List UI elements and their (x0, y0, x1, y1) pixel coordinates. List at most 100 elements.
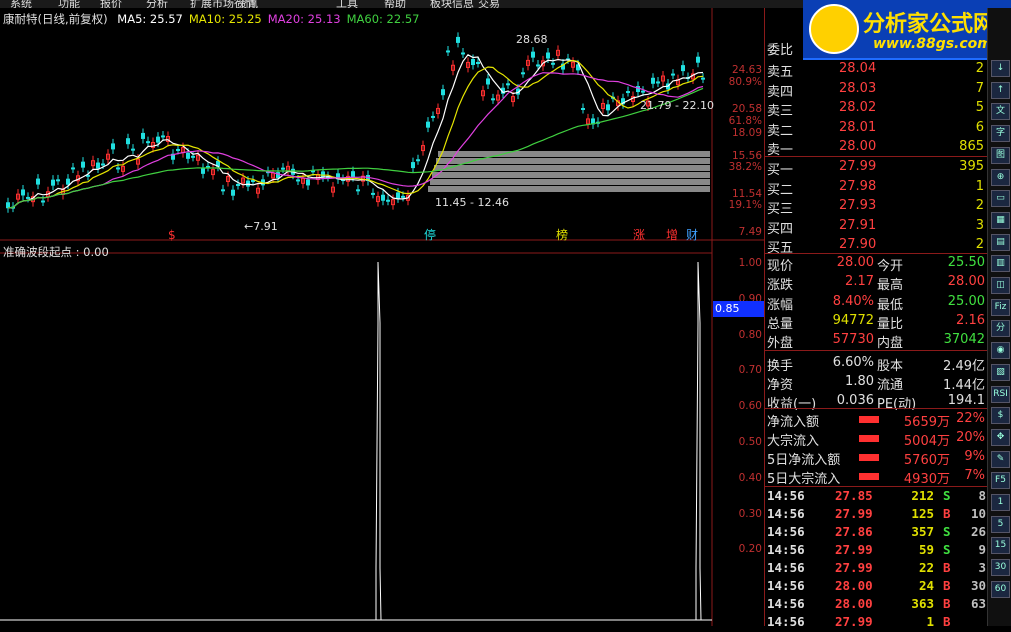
flow-label: 净流入额 (767, 415, 820, 430)
tick-volume: 363 (911, 596, 934, 611)
kline-chart[interactable]: 28.68 ←7.91 21.79 - 22.10 11.45 - 12.46 $ 停 榜 涨… (0, 8, 764, 626)
candle-body (161, 135, 165, 138)
tick-row[interactable]: 14:56 27.99 125 B 10 (765, 505, 988, 524)
chart-area[interactable]: 28.68 ←7.91 21.79 - 22.10 11.45 - 12.46 $ 停 榜 涨… (0, 8, 765, 626)
toolbar-tool-icon[interactable]: ▦ (991, 211, 1010, 229)
candle-body (701, 77, 705, 80)
ma-label: MA20: 25.13 (267, 12, 341, 26)
toolbar-tool-icon[interactable]: ◉ (991, 342, 1010, 360)
quote-label: 净资 (767, 377, 794, 393)
tool-strip: ↓ ↑ 文字图 ⊕ ▭ ▦ ▤ ▥ ◫ Fiz 分 ◉ ▧ RSI $ ✥ ✎ F5 1 5 15 30 60 (987, 8, 1011, 626)
candle-body (401, 195, 405, 198)
menu-item[interactable]: 分析 (146, 0, 168, 8)
candle-body (506, 83, 510, 86)
volume-profile-bar (438, 151, 710, 157)
tick-row[interactable]: 14:56 28.00 24 B 30 (765, 577, 988, 596)
candle-body (26, 196, 30, 199)
candle-body (641, 90, 645, 93)
event-mark[interactable]: 增 (666, 228, 678, 242)
toolbar-tool-icon[interactable]: ↑ (991, 81, 1010, 99)
candle-body (201, 167, 205, 174)
candle-body (356, 189, 360, 192)
ask-row[interactable]: 卖四 28.03 7 (765, 80, 988, 100)
quote-label: 最高 (877, 278, 904, 294)
quote-value: 2.49亿 (943, 358, 985, 374)
toolbar-tool-icon[interactable]: ✥ (991, 428, 1010, 446)
row-price: 28.03 (839, 80, 877, 96)
indicator-tick-label: 0.30 (738, 507, 762, 520)
tick-row[interactable]: 14:56 27.99 59 S 9 (765, 541, 988, 560)
toolbar-tool-icon[interactable]: 15 (991, 537, 1010, 555)
menu-item[interactable]: 功能 (58, 0, 80, 8)
event-mark[interactable]: 财 (686, 228, 698, 242)
tick-side: B (943, 506, 951, 521)
toolbar-tool-icon[interactable]: $ (991, 407, 1010, 425)
toolbar-tool-icon[interactable]: 5 (991, 515, 1010, 533)
tick-row[interactable]: 14:56 27.86 357 S 26 (765, 523, 988, 542)
indicator-title: 准确波段起点 : 0.00 (3, 245, 109, 259)
stock-title: 康耐特(日线,前复权) (3, 12, 108, 26)
menu-item[interactable]: 帮助 (384, 0, 406, 8)
toolbar-tool-icon[interactable]: ▭ (991, 190, 1010, 208)
candle-body (471, 59, 475, 66)
candle-body (156, 136, 160, 143)
event-mark[interactable]: 涨 (633, 227, 645, 242)
event-mark[interactable]: 停 (424, 227, 436, 242)
toolbar-tool-icon[interactable]: 30 (991, 559, 1010, 577)
tick-row[interactable]: 14:56 27.99 1 B (765, 613, 988, 632)
candle-body (476, 61, 480, 64)
volume-profile-bar (428, 186, 710, 192)
bid-row[interactable]: 买三 27.93 2 (765, 197, 988, 217)
bid-row[interactable]: 买四 27.91 3 (765, 217, 988, 237)
tick-price: 27.86 (835, 524, 873, 539)
bid-row[interactable]: 买一 27.99 395 (765, 158, 988, 178)
quote-label: 股本 (877, 358, 904, 374)
toolbar-tool-icon[interactable]: ✎ (991, 450, 1010, 468)
tick-row[interactable]: 14:56 27.99 22 B 3 (765, 559, 988, 578)
ask-row[interactable]: 卖二 28.01 6 (765, 119, 988, 139)
toolbar-tool-icon[interactable]: ▤ (991, 233, 1010, 251)
tick-row[interactable]: 14:56 28.00 363 B 63 (765, 595, 988, 614)
event-mark[interactable]: 榜 (556, 227, 568, 242)
event-mark[interactable]: $ (168, 228, 176, 242)
ask-row[interactable]: 卖一 28.00 865 (765, 138, 988, 158)
menu-item[interactable]: 工具 (336, 0, 358, 8)
toolbar-tool-icon[interactable]: Fiz (991, 298, 1010, 316)
toolbar-tool-icon[interactable]: 字 (991, 125, 1010, 143)
tick-time: 14:56 (767, 560, 805, 575)
tick-count: 30 (970, 578, 986, 593)
menu-item[interactable]: 资讯 (236, 0, 258, 8)
tick-row[interactable]: 14:56 27.85 212 S 8 (765, 487, 988, 506)
toolbar-tool-icon[interactable]: 60 (991, 580, 1010, 598)
menu-item[interactable]: 交易 (478, 0, 500, 8)
flow-row: 5日大宗流入 4930万 7% (765, 467, 988, 487)
candle-body (371, 192, 375, 195)
toolbar-tool-icon[interactable]: ▥ (991, 255, 1010, 273)
ask-row[interactable]: 卖五 28.04 2 (765, 60, 988, 80)
toolbar-tool-icon[interactable]: F5 (991, 472, 1010, 490)
toolbar-tool-icon[interactable]: 1 (991, 494, 1010, 511)
toolbar-tool-icon[interactable]: ◫ (991, 277, 1010, 294)
row-price: 28.01 (839, 119, 877, 135)
quote-value: 2.17 (845, 274, 874, 290)
toolbar-tool-icon[interactable]: RSI (991, 385, 1010, 403)
tick-side: B (943, 596, 951, 611)
tick-price: 28.00 (835, 596, 873, 611)
toolbar-tool-icon[interactable]: ▧ (991, 363, 1010, 381)
candle-body (491, 98, 495, 101)
quote-row: 涨跌 2.17 最高 28.00 (765, 273, 988, 294)
toolbar-tool-icon[interactable]: ⊕ (991, 168, 1010, 186)
bid-row[interactable]: 买二 27.98 1 (765, 178, 988, 198)
menu-item[interactable]: 板块信息 (430, 0, 474, 8)
toolbar-tool-icon[interactable]: 分 (991, 320, 1010, 338)
quote-label: 量比 (877, 316, 904, 332)
tick-price: 27.99 (835, 560, 873, 575)
ask-row[interactable]: 卖三 28.02 5 (765, 99, 988, 119)
toolbar-tool-icon[interactable]: 文 (991, 103, 1010, 121)
toolbar-tool-icon[interactable]: ↓ (991, 60, 1010, 77)
menu-item[interactable]: 系统 (10, 0, 32, 8)
tick-volume: 24 (918, 578, 934, 593)
row-label: 卖五 (767, 65, 794, 80)
toolbar-tool-icon[interactable]: 图 (991, 146, 1010, 164)
menu-item[interactable]: 报价 (100, 0, 122, 8)
